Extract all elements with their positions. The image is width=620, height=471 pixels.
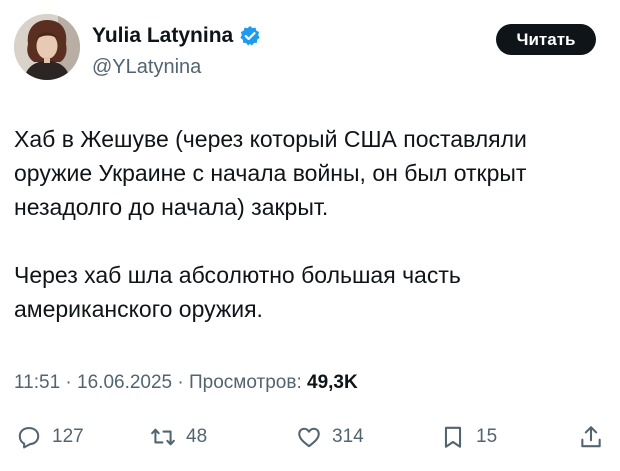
tweet-card: Yulia Latynina @YLatynina Читать Хаб в Ж…	[0, 0, 620, 471]
bookmark-count: 15	[476, 426, 498, 447]
bookmark-icon	[444, 426, 462, 448]
like-button[interactable]: 314	[296, 420, 364, 454]
author-name-row: Yulia Latynina	[92, 24, 261, 48]
verified-badge-icon	[240, 26, 260, 46]
reply-count: 127	[52, 426, 84, 447]
tweet-text-line: американского оружия.	[14, 296, 263, 322]
meta-separator: ·	[177, 372, 190, 393]
share-button[interactable]	[578, 420, 604, 454]
user-avatar-photo-icon	[14, 14, 80, 80]
author-display-name[interactable]: Yulia Latynina	[92, 24, 233, 48]
tweet-text-line: Через хаб шла абсолютно большая часть	[14, 262, 461, 288]
share-icon	[581, 426, 601, 448]
author-avatar[interactable]	[14, 14, 80, 80]
tweet-text: Хаб в Жешуве (через который США поставля…	[14, 122, 610, 326]
tweet-date[interactable]: 16.06.2025	[77, 372, 172, 393]
reply-icon	[18, 427, 40, 449]
views-label: Просмотров:	[189, 372, 302, 393]
repost-count: 48	[186, 426, 208, 447]
reply-button[interactable]: 127	[16, 420, 84, 454]
follow-button[interactable]: Читать	[496, 24, 596, 55]
author-handle[interactable]: @YLatynina	[92, 56, 201, 79]
meta-separator: ·	[65, 372, 78, 393]
tweet-text-line: оружие Украине с начала войны, он был от…	[14, 160, 527, 186]
tweet-meta: 11:51 · 16.06.2025 · Просмотров: 49,3K	[14, 372, 358, 394]
tweet-time[interactable]: 11:51	[14, 372, 60, 393]
like-count: 314	[332, 426, 364, 447]
repost-button[interactable]: 48	[150, 420, 207, 454]
repost-icon	[151, 428, 175, 446]
bookmark-button[interactable]: 15	[440, 420, 497, 454]
tweet-text-line: Хаб в Жешуве (через который США поставля…	[14, 126, 527, 152]
heart-icon	[298, 427, 320, 448]
tweet-actions: 127 48 314 15	[0, 420, 620, 454]
tweet-text-line: незадолго до начала) закрыт.	[14, 194, 329, 220]
views-count[interactable]: 49,3K	[307, 372, 358, 393]
